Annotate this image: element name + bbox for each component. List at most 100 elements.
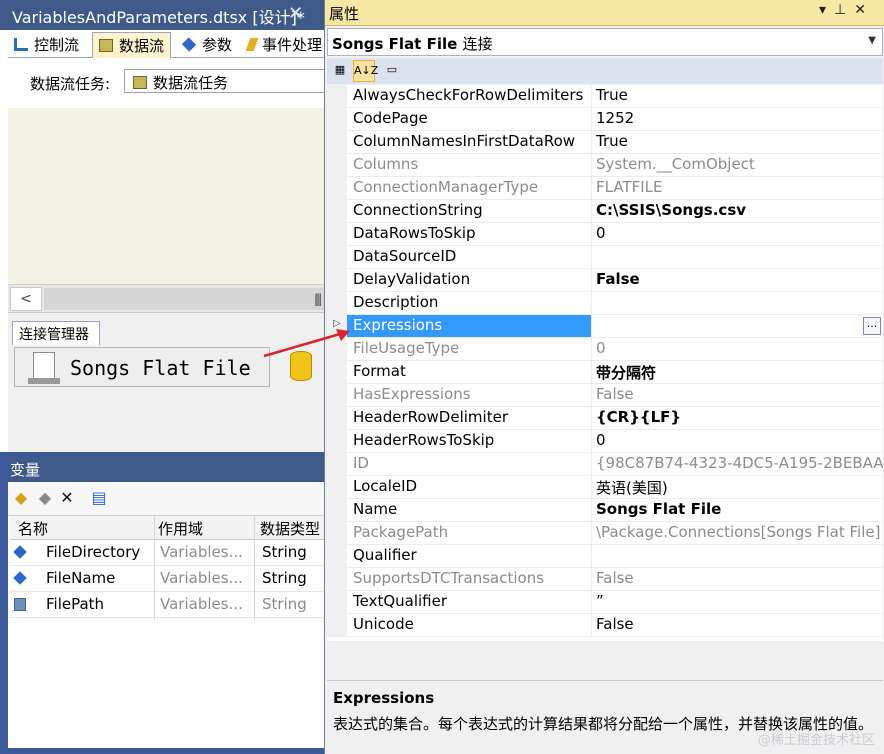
column-header-name[interactable]: 名称 xyxy=(18,518,48,539)
property-value[interactable]: False xyxy=(592,614,883,637)
variable-type[interactable]: String xyxy=(262,595,307,613)
property-name[interactable]: HeaderRowDelimiter xyxy=(347,407,592,430)
property-name[interactable]: Unicode xyxy=(347,614,592,637)
table-row[interactable]: FileName Variables... String xyxy=(10,566,324,592)
window-controls-icons[interactable]: ▾⊥✕ xyxy=(819,2,874,18)
property-name[interactable]: Name xyxy=(347,499,592,522)
property-row[interactable]: ID {98C87B74-4323-4DC5-A195-2BEBAAFE xyxy=(327,453,883,476)
close-icon[interactable]: ✕ xyxy=(288,3,303,24)
property-row[interactable]: TextQualifier” xyxy=(327,591,883,614)
property-row[interactable]: ▷ Expressions... xyxy=(327,315,883,338)
variable-name[interactable]: FileDirectory xyxy=(46,543,140,561)
property-value[interactable]: 带分隔符 xyxy=(592,361,883,384)
variable-name[interactable]: FileName xyxy=(46,569,115,587)
property-row[interactable]: ConnectionManagerType FLATFILE xyxy=(327,177,883,200)
variable-scope[interactable]: Variables... xyxy=(160,543,243,561)
horizontal-scrollbar[interactable]: < ||| xyxy=(8,284,324,312)
property-name[interactable]: LocaleID xyxy=(347,476,592,499)
sort-alphabetical-icon[interactable]: A↓Z xyxy=(353,60,378,82)
property-row[interactable]: AlwaysCheckForRowDelimiters True xyxy=(327,85,883,108)
design-canvas[interactable] xyxy=(8,108,324,284)
property-name[interactable]: ConnectionString xyxy=(347,200,592,223)
property-row[interactable]: ConnectionString C:\SSIS\Songs.csv xyxy=(327,200,883,223)
column-header-type[interactable]: 数据类型 xyxy=(260,518,320,539)
property-row[interactable]: HeaderRowDelimiter {CR}{LF} xyxy=(327,407,883,430)
property-row[interactable]: HasExpressions False xyxy=(327,384,883,407)
property-value[interactable]: Songs Flat File xyxy=(592,499,883,522)
property-name[interactable]: Format xyxy=(347,361,592,384)
property-name[interactable]: ID xyxy=(347,453,592,476)
property-row[interactable]: DataSourceID xyxy=(327,246,883,269)
property-value[interactable]: False xyxy=(592,568,883,591)
properties-title-bar[interactable]: 属性 ▾⊥✕ xyxy=(325,0,884,26)
property-name[interactable]: AlwaysCheckForRowDelimiters xyxy=(347,85,592,108)
tab-data-flow[interactable]: 数据流 xyxy=(92,32,172,58)
property-value[interactable] xyxy=(592,246,883,269)
property-name[interactable]: HasExpressions xyxy=(347,384,592,407)
property-name[interactable]: ColumnNamesInFirstDataRow xyxy=(347,131,592,154)
table-row[interactable]: FilePath Variables... String xyxy=(10,592,324,618)
property-row[interactable]: Columns System.__ComObject xyxy=(327,154,883,177)
property-name[interactable]: ConnectionManagerType xyxy=(347,177,592,200)
property-value[interactable]: ” xyxy=(592,591,883,614)
property-value[interactable]: 0 xyxy=(592,430,883,453)
property-value[interactable]: 0 xyxy=(592,338,883,361)
property-name[interactable]: HeaderRowsToSkip xyxy=(347,430,592,453)
table-row[interactable]: FileDirectory Variables... String xyxy=(10,540,324,566)
variable-type[interactable]: String xyxy=(262,543,307,561)
property-row[interactable]: LocaleID 英语(美国) xyxy=(327,476,883,499)
variable-scope[interactable]: Variables... xyxy=(160,569,243,587)
property-value[interactable]: 英语(美国) xyxy=(592,476,883,499)
grid-options-icon[interactable]: ▤ xyxy=(90,489,108,507)
scroll-left-button[interactable]: < xyxy=(10,287,42,311)
connection-manager-item[interactable]: Songs Flat File xyxy=(14,347,270,387)
column-header-scope[interactable]: 作用域 xyxy=(158,518,203,539)
property-row[interactable]: DelayValidation False xyxy=(327,269,883,292)
delete-icon[interactable]: ✕ xyxy=(58,489,76,507)
property-name[interactable]: SupportsDTCTransactions xyxy=(347,568,592,591)
tab-event-handlers[interactable]: 事件处理 xyxy=(242,32,324,58)
property-name[interactable]: Columns xyxy=(347,154,592,177)
property-name[interactable]: PackagePath xyxy=(347,522,592,545)
property-value[interactable]: 1252 xyxy=(592,108,883,131)
property-row[interactable]: CodePage 1252 xyxy=(327,108,883,131)
add-variable-icon[interactable]: ◆ xyxy=(12,489,30,507)
property-value[interactable]: 0 xyxy=(592,223,883,246)
property-row[interactable]: Format 带分隔符 xyxy=(327,361,883,384)
property-row[interactable]: FileUsageType 0 xyxy=(327,338,883,361)
property-value[interactable] xyxy=(592,545,883,568)
property-value[interactable]: True xyxy=(592,85,883,108)
property-pages-icon[interactable]: ▭ xyxy=(381,60,403,82)
variable-scope[interactable]: Variables... xyxy=(160,595,243,613)
designer-title[interactable]: VariablesAndParameters.dtsx [设计]* xyxy=(12,4,305,28)
move-variable-icon[interactable]: ◆ xyxy=(36,489,54,507)
property-value[interactable]: False xyxy=(592,384,883,407)
property-row[interactable]: SupportsDTCTransactions False xyxy=(327,568,883,591)
designer-tab-title-bar[interactable]: VariablesAndParameters.dtsx [设计]* ✕ xyxy=(0,0,324,30)
property-value[interactable]: {98C87B74-4323-4DC5-A195-2BEBAAFE xyxy=(592,453,883,476)
property-row[interactable]: Unicode False xyxy=(327,614,883,637)
property-name[interactable]: Qualifier xyxy=(347,545,592,568)
property-value[interactable]: False xyxy=(592,269,883,292)
property-name[interactable]: DataSourceID xyxy=(347,246,592,269)
property-value[interactable]: System.__ComObject xyxy=(592,154,883,177)
categorized-icon[interactable]: ▦ xyxy=(329,60,351,82)
ellipsis-button[interactable]: ... xyxy=(863,317,881,335)
property-value[interactable] xyxy=(592,292,883,315)
property-row[interactable]: Name Songs Flat File xyxy=(327,499,883,522)
property-name[interactable]: Description xyxy=(347,292,592,315)
data-flow-task-select[interactable]: 数据流任务 xyxy=(124,69,324,93)
property-row[interactable]: Description xyxy=(327,292,883,315)
scroll-thumb[interactable] xyxy=(44,288,324,310)
property-value[interactable]: True xyxy=(592,131,883,154)
property-row[interactable]: ColumnNamesInFirstDataRow True xyxy=(327,131,883,154)
chevron-down-icon[interactable]: ▼ xyxy=(868,35,876,46)
property-row[interactable]: Qualifier xyxy=(327,545,883,568)
property-name[interactable]: CodePage xyxy=(347,108,592,131)
property-value[interactable]: C:\SSIS\Songs.csv xyxy=(592,200,883,223)
property-value[interactable]: \Package.Connections[Songs Flat File] xyxy=(592,522,883,545)
property-name[interactable]: TextQualifier xyxy=(347,591,592,614)
property-name[interactable]: FileUsageType xyxy=(347,338,592,361)
property-name[interactable]: DelayValidation xyxy=(347,269,592,292)
property-value[interactable] xyxy=(592,315,883,338)
